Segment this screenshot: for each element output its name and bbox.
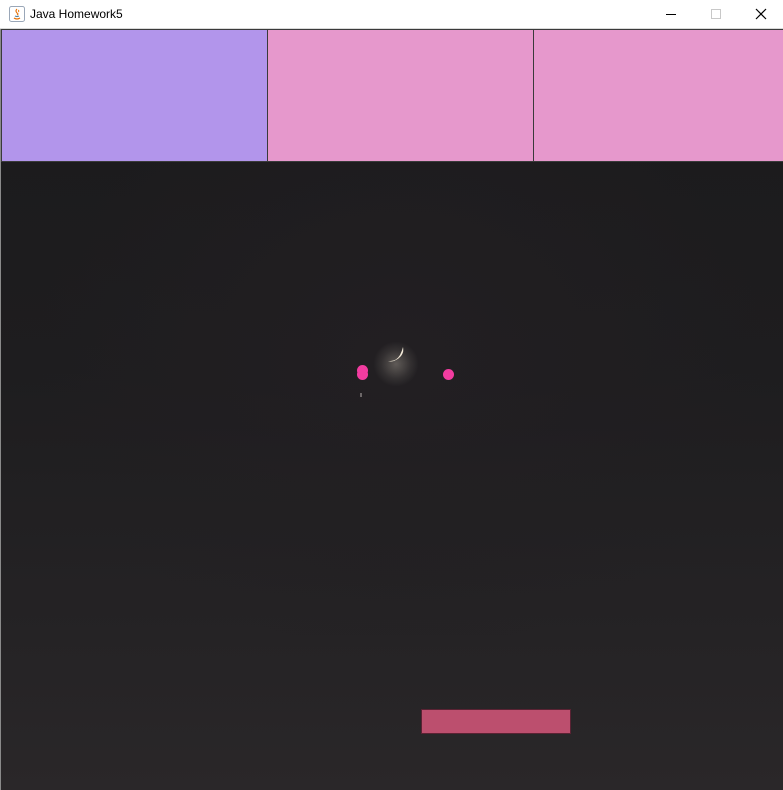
ball-2 [357,369,368,380]
minimize-button[interactable] [648,0,693,28]
minimize-icon [665,14,676,15]
maximize-button[interactable] [693,0,738,28]
game-canvas[interactable] [1,29,783,790]
paddle[interactable] [421,709,571,734]
close-icon [755,8,766,20]
brick-1 [1,29,268,162]
brick-3 [533,29,783,162]
java-icon [9,6,25,22]
close-button[interactable] [738,0,783,28]
background-speck [360,393,362,397]
maximize-icon [710,9,721,19]
brick-2 [267,29,534,162]
ball-3 [443,369,454,380]
crescent-moon-icon [386,341,408,365]
app-window: Java Homework5 [0,0,783,790]
title-bar[interactable]: Java Homework5 [0,0,783,29]
window-title: Java Homework5 [30,7,123,21]
